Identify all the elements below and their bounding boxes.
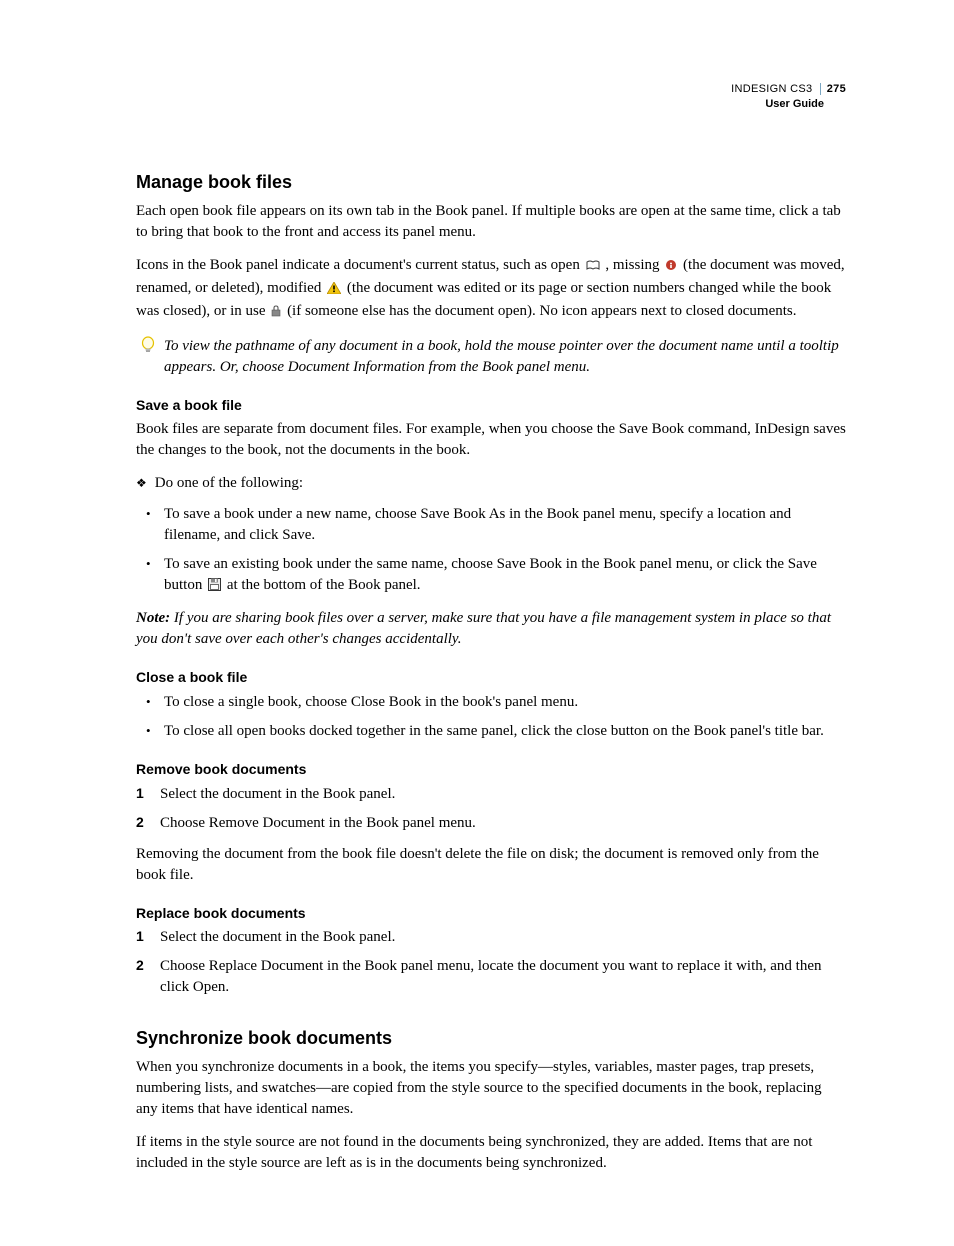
subheading-close: Close a book file: [136, 668, 846, 688]
page-content: INDESIGN CS3 275 User Guide Manage book …: [0, 0, 954, 1246]
subheading-save: Save a book file: [136, 396, 846, 416]
warning-icon: [327, 280, 341, 301]
bullet-list: • To save a book under a new name, choos…: [136, 504, 846, 598]
header-product-line: INDESIGN CS3 275: [136, 82, 846, 97]
header-page-number: 275: [820, 83, 846, 95]
lock-icon: [271, 303, 281, 324]
section-title-sync: Synchronize book documents: [136, 1026, 846, 1051]
paragraph-icons: Icons in the Book panel indicate a docum…: [136, 255, 846, 324]
header-doc-type: User Guide: [136, 97, 846, 112]
note-text: If you are sharing book files over a ser…: [136, 610, 831, 647]
subheading-remove: Remove book documents: [136, 760, 846, 780]
missing-icon: [665, 257, 677, 278]
section-title-manage: Manage book files: [136, 170, 846, 195]
running-header: INDESIGN CS3 275 User Guide: [136, 82, 846, 112]
header-product: INDESIGN CS3: [731, 83, 812, 95]
paragraph: Book files are separate from document fi…: [136, 419, 846, 461]
step-number: 1: [136, 927, 150, 948]
note-label: Note:: [136, 610, 170, 626]
lead-text: Do one of the following:: [155, 473, 303, 494]
list-text: To save an existing book under the same …: [164, 554, 846, 598]
step-text: Select the document in the Book panel.: [160, 784, 846, 805]
list-text: To close all open books docked together …: [164, 721, 846, 742]
save-disk-icon: [208, 577, 221, 598]
paragraph: If items in the style source are not fou…: [136, 1132, 846, 1174]
step-text: Choose Replace Document in the Book pane…: [160, 956, 846, 998]
text-run: , missing: [605, 257, 663, 273]
list-item: 2 Choose Remove Document in the Book pan…: [136, 813, 846, 834]
list-text: To close a single book, choose Close Boo…: [164, 692, 846, 713]
text-run: (if someone else has the document open).…: [287, 303, 796, 319]
open-book-icon: [586, 257, 600, 278]
text-run: Icons in the Book panel indicate a docum…: [136, 257, 584, 273]
step-number: 1: [136, 784, 150, 805]
step-text: Select the document in the Book panel.: [160, 927, 846, 948]
paragraph: Removing the document from the book file…: [136, 844, 846, 886]
list-item: • To close a single book, choose Close B…: [136, 692, 846, 713]
list-item: 2 Choose Replace Document in the Book pa…: [136, 956, 846, 998]
paragraph: When you synchronize documents in a book…: [136, 1057, 846, 1120]
bullet-icon: •: [146, 554, 154, 598]
bullet-icon: •: [146, 504, 154, 546]
list-item: 1 Select the document in the Book panel.: [136, 784, 846, 805]
step-number: 2: [136, 813, 150, 834]
step-list: 1 Select the document in the Book panel.…: [136, 784, 846, 834]
list-item: 1 Select the document in the Book panel.: [136, 927, 846, 948]
step-number: 2: [136, 956, 150, 998]
list-item: • To save an existing book under the sam…: [136, 554, 846, 598]
list-item: • To close all open books docked togethe…: [136, 721, 846, 742]
tip-text: To view the pathname of any document in …: [164, 336, 846, 378]
list-item: • To save a book under a new name, choos…: [136, 504, 846, 546]
subheading-replace: Replace book documents: [136, 904, 846, 924]
bullet-list: • To close a single book, choose Close B…: [136, 692, 846, 742]
step-list: 1 Select the document in the Book panel.…: [136, 927, 846, 998]
bullet-icon: •: [146, 692, 154, 713]
lightbulb-icon: [140, 336, 156, 378]
list-text: To save a book under a new name, choose …: [164, 504, 846, 546]
step-text: Choose Remove Document in the Book panel…: [160, 813, 846, 834]
paragraph: Each open book file appears on its own t…: [136, 201, 846, 243]
bullet-icon: •: [146, 721, 154, 742]
tip-block: To view the pathname of any document in …: [140, 336, 846, 378]
diamond-bullet-icon: ❖: [136, 473, 147, 494]
lead-in: ❖ Do one of the following:: [136, 473, 846, 494]
text-run: at the bottom of the Book panel.: [227, 577, 421, 593]
note-paragraph: Note: If you are sharing book files over…: [136, 608, 846, 650]
